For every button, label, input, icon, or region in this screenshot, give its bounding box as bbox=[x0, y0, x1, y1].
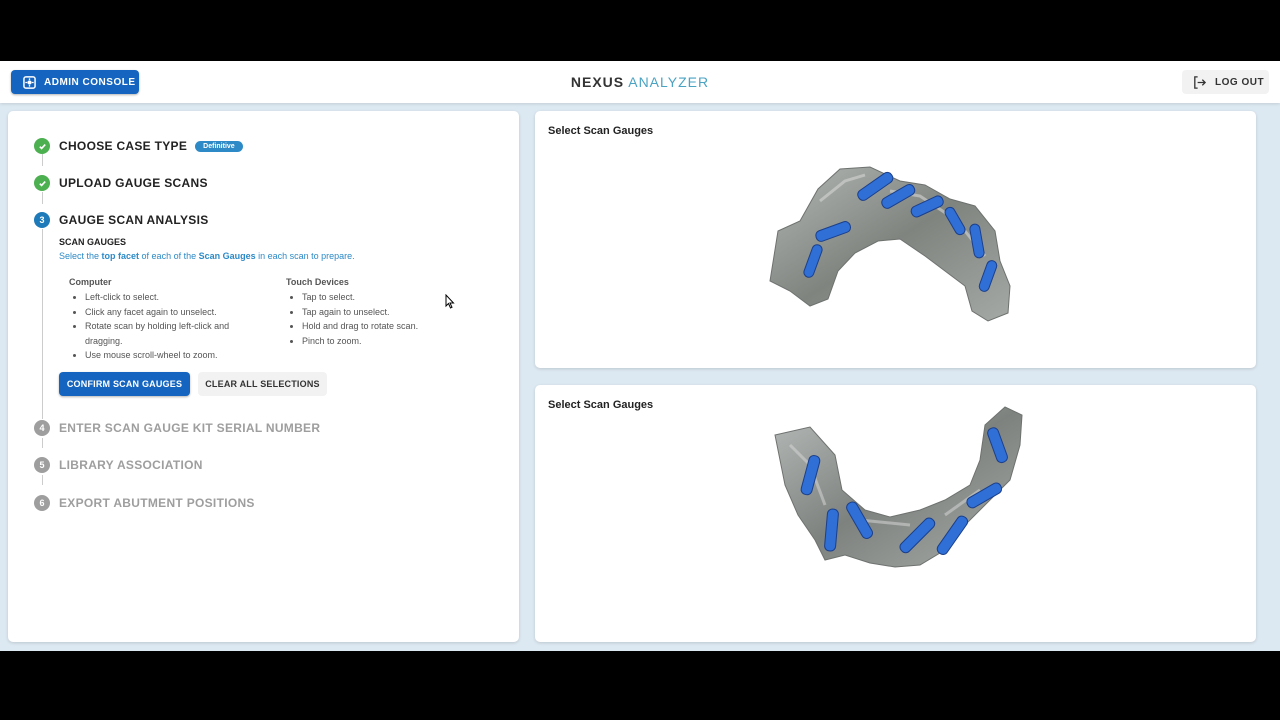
stepper-connector bbox=[42, 154, 43, 166]
mouse-pointer-icon bbox=[445, 294, 455, 309]
scan-gauges-subtitle: SCAN GAUGES bbox=[59, 237, 127, 247]
step-enter-serial-number[interactable]: 4 ENTER SCAN GAUGE KIT SERIAL NUMBER bbox=[34, 420, 320, 436]
list-item: Left-click to select. bbox=[85, 290, 249, 305]
step-choose-case-type[interactable]: CHOOSE CASE TYPE Definitive bbox=[34, 138, 243, 154]
app-root: ADMIN CONSOLE NEXUS ANALYZER LOG OUT CHO… bbox=[0, 61, 1280, 651]
scan-gauges-instructions: Select the top facet of each of the Scan… bbox=[59, 251, 355, 261]
brand-secondary: ANALYZER bbox=[628, 74, 710, 90]
viewer-title: Select Scan Gauges bbox=[548, 125, 654, 137]
scan-viewer-lower[interactable]: Select Scan Gauges bbox=[535, 385, 1256, 642]
computer-heading: Computer bbox=[69, 277, 112, 287]
stepper-connector bbox=[42, 229, 43, 419]
stepper-connector bbox=[42, 192, 43, 204]
logout-button[interactable]: LOG OUT bbox=[1182, 70, 1269, 94]
stepper-connector bbox=[42, 475, 43, 485]
step-export-abutment-positions[interactable]: 6 EXPORT ABUTMENT POSITIONS bbox=[34, 495, 255, 511]
list-item: Hold and drag to rotate scan. bbox=[302, 319, 466, 334]
step-number: 5 bbox=[34, 457, 50, 473]
logout-label: LOG OUT bbox=[1215, 76, 1265, 88]
touch-heading: Touch Devices bbox=[286, 277, 349, 287]
check-circle-icon bbox=[34, 138, 50, 154]
step-title: CHOOSE CASE TYPE bbox=[59, 139, 188, 153]
clear-all-selections-button[interactable]: CLEAR ALL SELECTIONS bbox=[198, 372, 327, 396]
viewer-title: Select Scan Gauges bbox=[548, 399, 654, 411]
list-item: Tap again to unselect. bbox=[302, 305, 466, 320]
step-title: UPLOAD GAUGE SCANS bbox=[59, 176, 208, 190]
step-gauge-scan-analysis[interactable]: 3 GAUGE SCAN ANALYSIS bbox=[34, 212, 209, 228]
step-title: GAUGE SCAN ANALYSIS bbox=[59, 213, 209, 227]
list-item: Pinch to zoom. bbox=[302, 334, 466, 349]
step-library-association[interactable]: 5 LIBRARY ASSOCIATION bbox=[34, 457, 203, 473]
check-circle-icon bbox=[34, 175, 50, 191]
top-app-bar: ADMIN CONSOLE NEXUS ANALYZER LOG OUT bbox=[0, 61, 1280, 103]
step-title: ENTER SCAN GAUGE KIT SERIAL NUMBER bbox=[59, 421, 321, 435]
list-item: Tap to select. bbox=[302, 290, 466, 305]
confirm-scan-gauges-button[interactable]: CONFIRM SCAN GAUGES bbox=[59, 372, 190, 396]
step-number: 4 bbox=[34, 420, 50, 436]
scan-viewer-upper[interactable]: Select Scan Gauges bbox=[535, 111, 1256, 368]
list-item: Use mouse scroll-wheel to zoom. bbox=[85, 348, 249, 363]
step-title: EXPORT ABUTMENT POSITIONS bbox=[59, 496, 255, 510]
lower-arch-scan-model[interactable] bbox=[770, 405, 1030, 595]
app-brand: NEXUS ANALYZER bbox=[0, 74, 1280, 90]
list-item: Rotate scan by holding left-click and dr… bbox=[85, 319, 249, 348]
case-type-badge: Definitive bbox=[195, 140, 243, 152]
list-item: Click any facet again to unselect. bbox=[85, 305, 249, 320]
logout-icon bbox=[1194, 75, 1207, 89]
upper-arch-scan-model[interactable] bbox=[760, 161, 1020, 326]
step-number: 6 bbox=[34, 495, 50, 511]
stepper-connector bbox=[42, 438, 43, 448]
computer-instructions: Computer Left-click to select. Click any… bbox=[69, 277, 249, 363]
brand-primary: NEXUS bbox=[570, 74, 625, 90]
step-title: LIBRARY ASSOCIATION bbox=[59, 458, 203, 472]
step-number: 3 bbox=[34, 212, 50, 228]
touch-instructions: Touch Devices Tap to select. Tap again t… bbox=[286, 277, 466, 348]
workflow-stepper-panel: CHOOSE CASE TYPE Definitive UPLOAD GAUGE… bbox=[8, 111, 519, 642]
step-upload-gauge-scans[interactable]: UPLOAD GAUGE SCANS bbox=[34, 175, 208, 191]
